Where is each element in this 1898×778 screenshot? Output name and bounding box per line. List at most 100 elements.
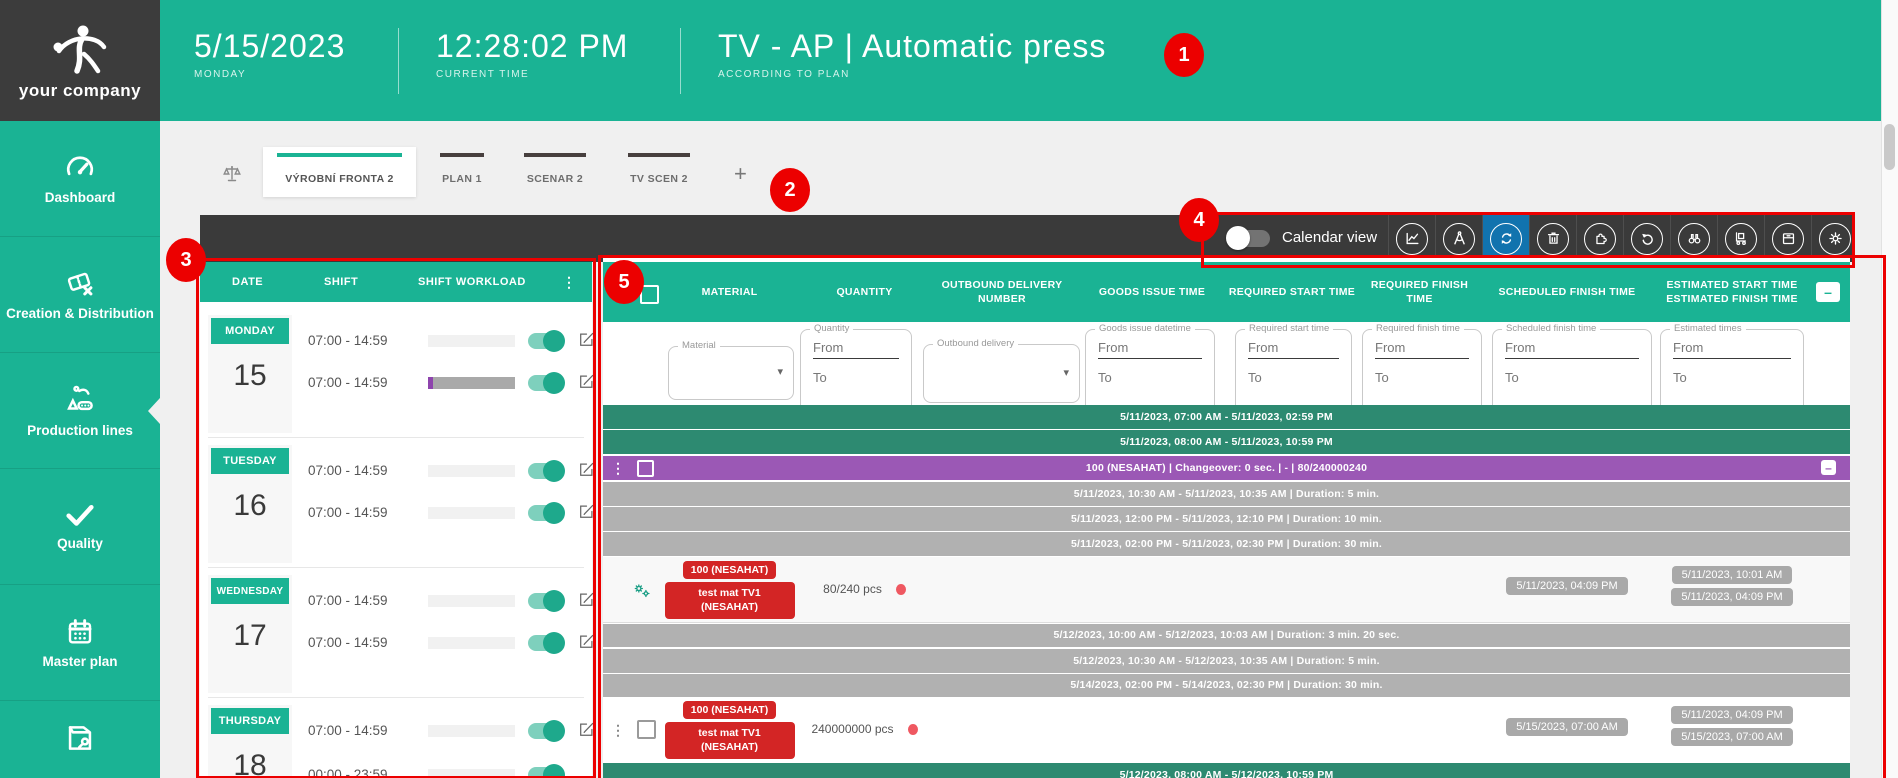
- tab-active-indicator: [277, 153, 402, 157]
- shift-toggle[interactable]: [528, 635, 562, 651]
- edit-shift-icon[interactable]: [578, 461, 595, 478]
- tab-vyrobni-fronta-2[interactable]: VÝROBNÍ FRONTA 2: [263, 147, 416, 197]
- edit-shift-icon[interactable]: [578, 331, 595, 348]
- day-separator: [208, 567, 584, 568]
- filter-scheduled-finish-time[interactable]: Scheduled finish time From To: [1492, 329, 1652, 415]
- job-row[interactable]: 100 (NESAHAT) test mat TV1 (NESAHAT) 80/…: [603, 557, 1850, 623]
- kebab-menu-icon[interactable]: ⋮: [562, 275, 576, 289]
- header-divider: [398, 28, 399, 94]
- goods-issue-to-input[interactable]: To: [1098, 370, 1202, 385]
- sidebar-item-creation-distribution[interactable]: Creation & Distribution: [0, 236, 160, 352]
- estimated-times-cell: 5/11/2023, 10:01 AM 5/11/2023, 04:09 PM: [1652, 566, 1812, 606]
- order-group-row[interactable]: ⋮ 100 (NESAHAT) | Changeover: 0 sec. | -…: [603, 456, 1850, 480]
- filter-required-finish-time[interactable]: Required finish time From To: [1362, 329, 1482, 415]
- required-finish-to-input[interactable]: To: [1375, 370, 1469, 385]
- status-dot: [896, 584, 906, 595]
- required-finish-from-input[interactable]: From: [1375, 340, 1469, 359]
- sidebar-item-master-plan[interactable]: Master plan: [0, 584, 160, 700]
- puzzle-icon: [1584, 223, 1616, 255]
- shift-toggle[interactable]: [528, 767, 562, 778]
- required-start-from-input[interactable]: From: [1248, 340, 1339, 359]
- shift-band-text: 5/11/2023, 08:00 AM - 5/11/2023, 10:59 P…: [1120, 436, 1333, 448]
- archive-button[interactable]: [1764, 215, 1811, 262]
- filter-quantity[interactable]: Quantity From To: [800, 329, 912, 417]
- estimated-from-input[interactable]: From: [1673, 340, 1791, 359]
- shift-band-row[interactable]: 5/11/2023, 08:00 AM - 5/11/2023, 10:59 P…: [603, 430, 1850, 454]
- column-header-shift-workload: SHIFT WORKLOAD: [418, 276, 526, 288]
- day-name-thursday: THURSDAY: [211, 708, 289, 734]
- collapse-group-button[interactable]: –: [1821, 460, 1836, 475]
- scrollbar-track[interactable]: [1881, 0, 1898, 778]
- shift-toggle[interactable]: [528, 593, 562, 609]
- downtime-text: 5/12/2023, 10:30 AM - 5/12/2023, 10:35 A…: [1073, 655, 1380, 667]
- shift-workload-bar: [428, 595, 515, 607]
- edit-shift-icon[interactable]: [578, 503, 595, 520]
- logistics-button[interactable]: [1717, 215, 1764, 262]
- shift-workload-bar: [428, 377, 515, 389]
- sync-button[interactable]: [1482, 215, 1529, 262]
- job-row[interactable]: ⋮ 100 (NESAHAT) test mat TV1 (NESAHAT) 2…: [603, 699, 1850, 761]
- shift-time: 00:00 - 23:59: [308, 767, 418, 778]
- tab-indicator: [628, 153, 690, 157]
- kebab-menu-icon[interactable]: ⋮: [611, 723, 625, 737]
- goods-issue-from-input[interactable]: From: [1098, 340, 1202, 359]
- undo-button[interactable]: [1623, 215, 1670, 262]
- tab-plan-1[interactable]: PLAN 1: [440, 147, 484, 197]
- quantity-from-input[interactable]: From: [813, 340, 899, 359]
- required-start-to-input[interactable]: To: [1248, 370, 1339, 385]
- downtime-text: 5/11/2023, 12:00 PM - 5/11/2023, 12:10 P…: [1071, 513, 1382, 525]
- check-icon: [63, 502, 97, 528]
- scheduled-finish-to-input[interactable]: To: [1505, 370, 1639, 385]
- tab-tv-scen-2[interactable]: TV SCEN 2: [628, 147, 690, 197]
- sidebar-item-dashboard[interactable]: Dashboard: [0, 121, 160, 236]
- filter-required-start-time[interactable]: Required start time From To: [1235, 329, 1352, 415]
- add-tab-button[interactable]: +: [734, 163, 747, 185]
- shift-workload-bar: [428, 507, 515, 519]
- settings-button[interactable]: [1811, 215, 1858, 262]
- line-chart-button[interactable]: [1388, 215, 1435, 262]
- scale-icon[interactable]: [222, 164, 242, 184]
- job-checkbox[interactable]: [637, 720, 656, 739]
- edit-shift-icon[interactable]: [578, 373, 595, 390]
- quantity-to-input[interactable]: To: [813, 370, 899, 385]
- shift-band-row[interactable]: 5/11/2023, 07:00 AM - 5/11/2023, 02:59 P…: [603, 405, 1850, 429]
- edit-shift-icon[interactable]: [578, 591, 595, 608]
- sidebar-nav: Dashboard Creation & Distribution: [0, 121, 160, 778]
- sidebar-item-quality[interactable]: Quality: [0, 468, 160, 584]
- shift-toggle[interactable]: [528, 723, 562, 739]
- day-name-wednesday: WEDNESDAY: [211, 578, 289, 604]
- column-header-scheduled-finish-time: SCHEDULED FINISH TIME: [1482, 262, 1652, 322]
- collapse-all-button[interactable]: –: [1816, 282, 1840, 302]
- filter-goods-issue-datetime[interactable]: Goods issue datetime From To: [1085, 329, 1215, 415]
- shift-panel-header: DATE SHIFT SHIFT WORKLOAD ⋮: [200, 262, 592, 302]
- estimated-to-input[interactable]: To: [1673, 370, 1791, 385]
- search-button[interactable]: [1670, 215, 1717, 262]
- toggle-knob: [543, 590, 565, 612]
- filter-outbound-delivery[interactable]: Outbound delivery ▾: [923, 344, 1080, 403]
- edit-shift-icon[interactable]: [578, 721, 595, 738]
- header-day: MONDAY: [194, 69, 345, 80]
- shift-toggle[interactable]: [528, 463, 562, 479]
- filter-material[interactable]: Material ▾: [668, 346, 794, 400]
- filter-estimated-times[interactable]: Estimated times From To: [1660, 329, 1804, 415]
- sidebar-item-production-lines[interactable]: Production lines: [0, 352, 160, 468]
- scrollbar-thumb[interactable]: [1884, 124, 1895, 170]
- order-checkbox[interactable]: [637, 460, 654, 477]
- plugins-button[interactable]: [1576, 215, 1623, 262]
- column-header-shift: SHIFT: [324, 276, 358, 288]
- tab-scenar-2[interactable]: SCENAR 2: [524, 147, 586, 197]
- header-date-block: 5/15/2023 MONDAY: [194, 30, 345, 80]
- downtime-row: 5/11/2023, 10:30 AM - 5/11/2023, 10:35 A…: [603, 482, 1850, 506]
- calendar-view-toggle-knob[interactable]: [1226, 226, 1250, 250]
- estimated-start-chip: 5/11/2023, 04:09 PM: [1671, 706, 1792, 724]
- sidebar-item-bottom-partial[interactable]: [0, 700, 160, 778]
- shift-band-row[interactable]: 5/12/2023, 08:00 AM - 5/12/2023, 10:59 P…: [603, 763, 1850, 778]
- edit-shift-icon[interactable]: [578, 633, 595, 650]
- shift-toggle[interactable]: [528, 333, 562, 349]
- delete-button[interactable]: [1529, 215, 1576, 262]
- shift-toggle[interactable]: [528, 375, 562, 391]
- drafting-compass-button[interactable]: [1435, 215, 1482, 262]
- scheduled-finish-from-input[interactable]: From: [1505, 340, 1639, 359]
- kebab-menu-icon[interactable]: ⋮: [611, 461, 625, 475]
- shift-toggle[interactable]: [528, 505, 562, 521]
